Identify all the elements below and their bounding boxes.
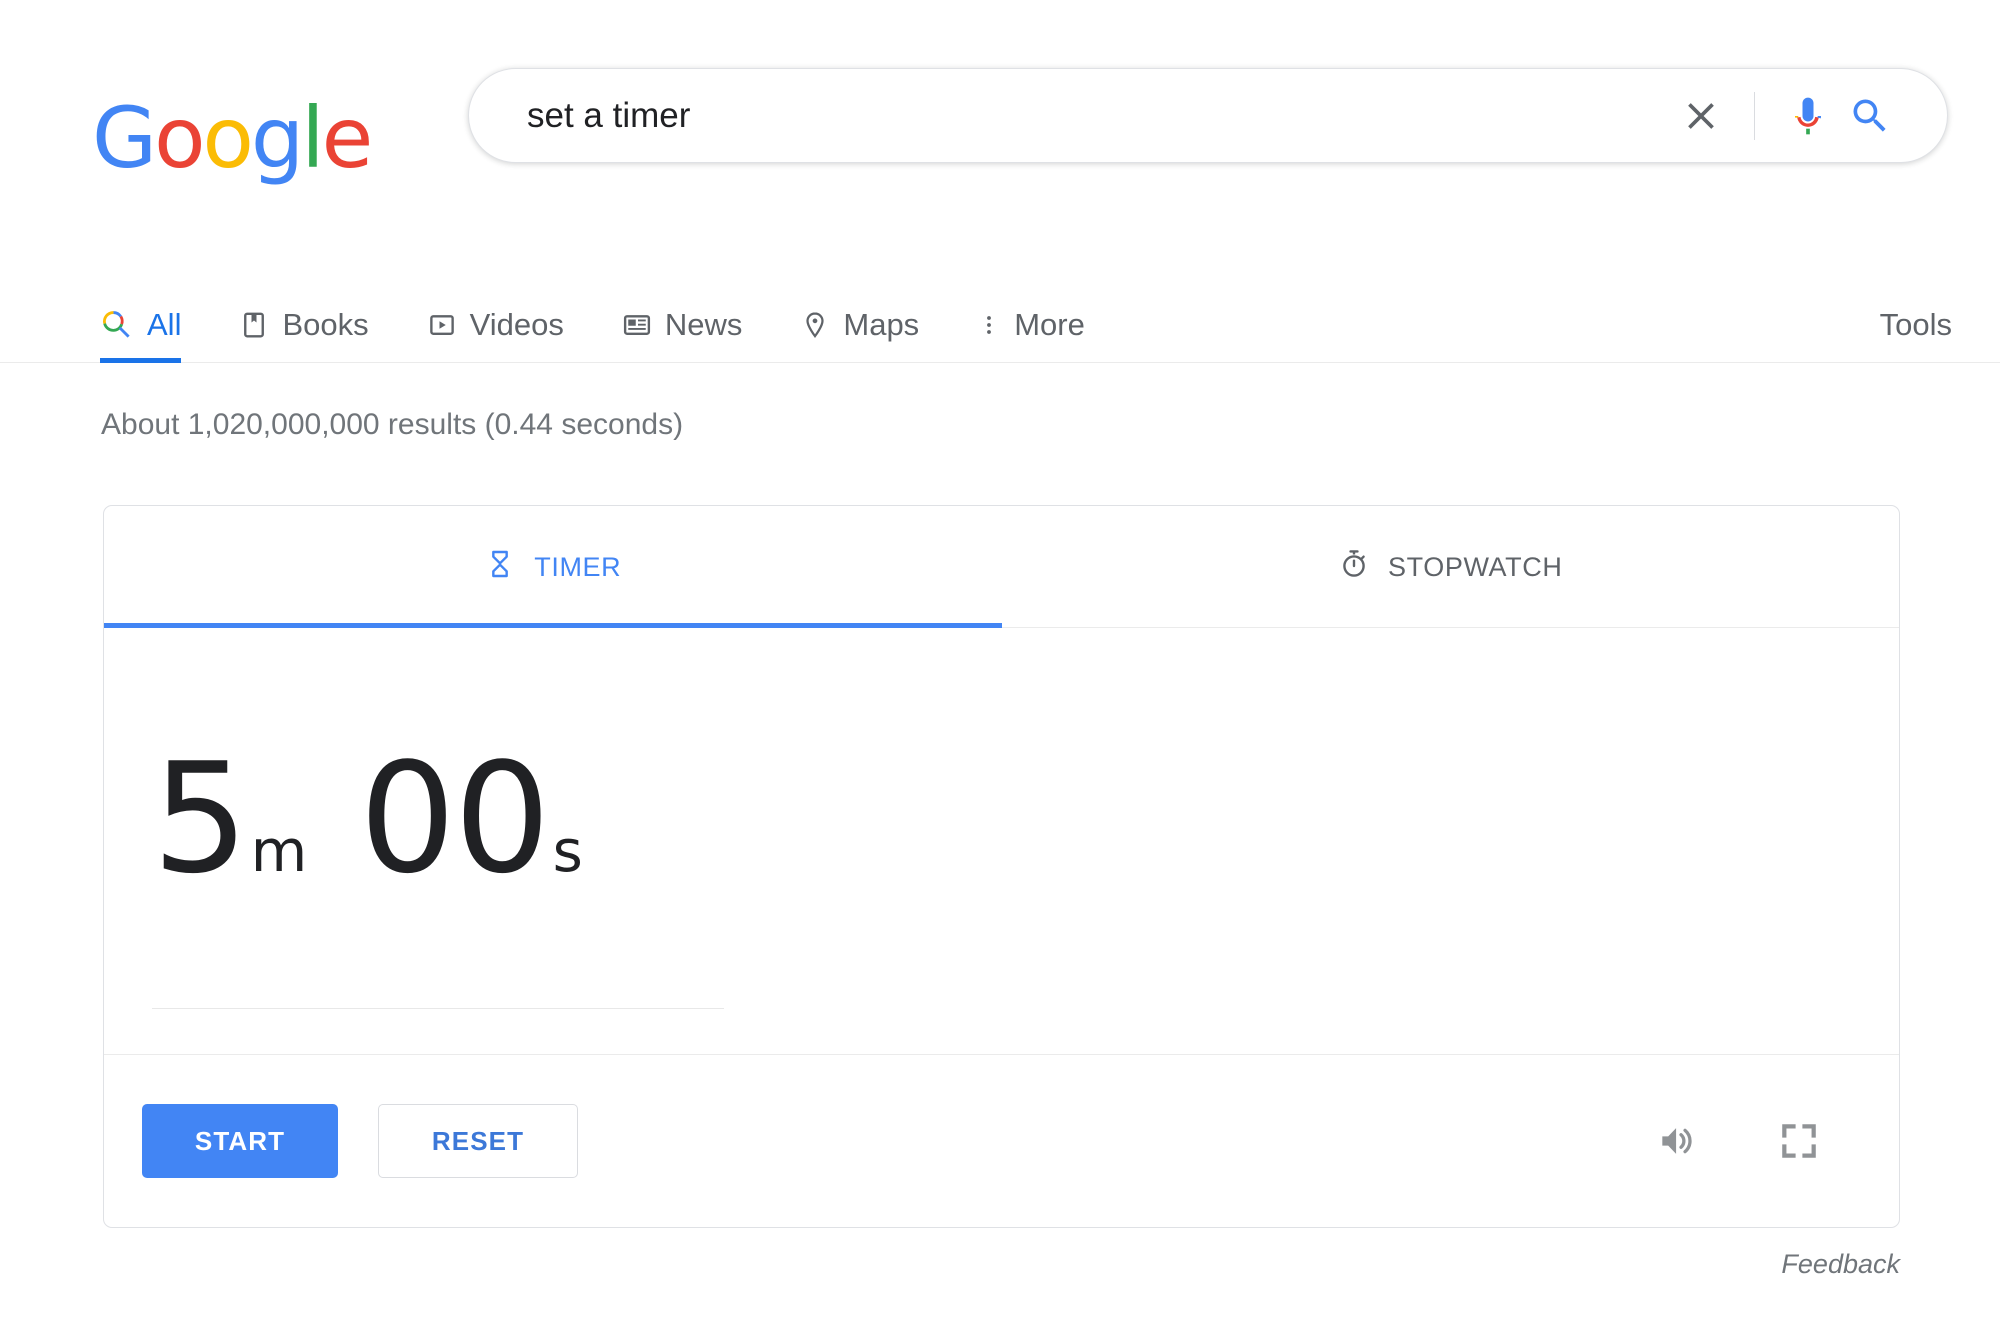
logo-letter-g2: g [250,89,304,187]
nav-tab-all-label: All [147,306,182,342]
news-icon [622,310,652,340]
logo-letter-e: e [321,89,374,187]
nav-tab-maps-label: Maps [843,306,920,342]
video-icon [427,310,457,340]
more-vertical-icon [977,310,1001,340]
book-icon [239,310,269,340]
search-submit-button[interactable] [1839,85,1901,147]
timer-minutes-value[interactable]: 5 [152,743,249,895]
google-logo[interactable]: Google [92,89,374,187]
tab-timer[interactable]: TIMER [104,506,1002,628]
start-button[interactable]: START [142,1104,338,1178]
sound-toggle-button[interactable] [1655,1119,1699,1163]
search-icon [100,308,134,342]
fullscreen-button[interactable] [1777,1119,1821,1163]
timer-card-tabs: TIMER STOPWATCH [104,506,1899,628]
logo-letter-o1: o [154,89,205,187]
logo-letter-o2: o [202,89,254,187]
nav-tab-videos-label: Videos [469,306,564,342]
nav-tab-maps[interactable]: Maps [800,282,919,363]
logo-letter-l: l [301,89,324,187]
tab-stopwatch-label: STOPWATCH [1388,551,1563,582]
search-icon [1853,99,1886,132]
timer-value-input[interactable]: 5 m 00 s [152,743,583,895]
timer-minutes-unit: m [250,817,308,885]
search-input[interactable]: set a timer [527,96,1670,136]
google-search-results-page: Google set a timer All Books Videos News… [0,0,2000,1333]
tools-button[interactable]: Tools [1880,282,1952,363]
timer-widget-card: TIMER STOPWATCH 5 m 00 s START RESET [103,505,1900,1228]
nav-tab-more-label: More [1014,306,1085,342]
fullscreen-icon [1782,1124,1816,1158]
logo-letter-g1: G [92,89,157,187]
feedback-link[interactable]: Feedback [1781,1249,1900,1280]
nav-tab-books[interactable]: Books [239,282,369,363]
close-icon [1688,102,1714,129]
nav-tab-books-label: Books [282,306,369,342]
reset-button[interactable]: RESET [378,1104,578,1178]
timer-card-footer: START RESET [104,1054,1899,1227]
map-pin-icon [800,310,830,340]
volume-icon [1662,1128,1692,1154]
clear-search-button[interactable] [1670,85,1732,147]
nav-tab-all[interactable]: All [100,282,182,363]
search-bar-icons [1670,85,1901,147]
timer-seconds-unit: s [552,817,583,885]
nav-tab-news-label: News [664,306,743,342]
timer-seconds-value[interactable]: 00 [359,743,550,895]
search-bar[interactable]: set a timer [468,68,1948,163]
timer-footer-icons [1655,1119,1821,1163]
nav-tab-more[interactable]: More [977,282,1085,363]
search-divider [1754,91,1755,140]
hourglass-icon [484,548,516,587]
timer-input-underline [152,1008,724,1009]
nav-tab-news[interactable]: News [622,282,743,363]
tab-stopwatch[interactable]: STOPWATCH [1002,506,1900,628]
microphone-icon [1794,97,1822,134]
voice-search-button[interactable] [1777,85,1839,147]
nav-tab-videos[interactable]: Videos [427,282,564,363]
tab-timer-label: TIMER [534,551,622,582]
nav-items: All Books Videos News Maps More [100,282,1143,363]
stopwatch-icon [1338,548,1370,587]
timer-body: 5 m 00 s [104,628,1899,1054]
search-nav-bar: All Books Videos News Maps More Tools [0,282,2000,364]
result-stats: About 1,020,000,000 results (0.44 second… [101,408,684,441]
